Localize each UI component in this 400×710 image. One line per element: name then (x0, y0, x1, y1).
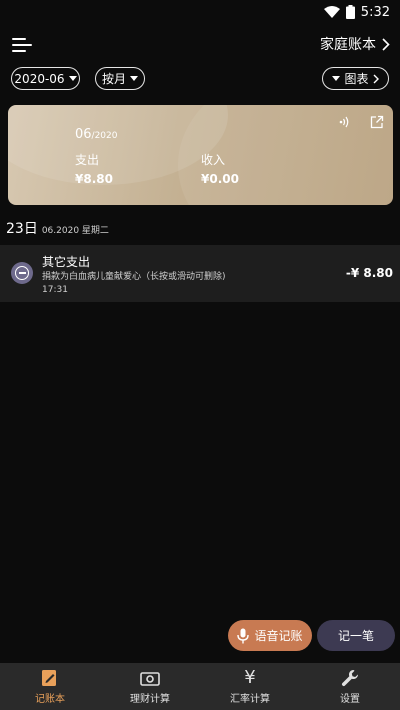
nav-item-settings[interactable]: 设置 (300, 663, 400, 710)
nav-label: 汇率计算 (230, 694, 270, 705)
status-bar: 5:32 (0, 0, 400, 24)
nav-item-exchange-rate[interactable]: ¥ 汇率计算 (200, 663, 300, 710)
banknote-icon (140, 672, 160, 686)
record-note: 捐款为白血病儿童献爱心（长按或滑动可删除) (42, 272, 226, 282)
period-mode-label: 按月 (101, 72, 126, 86)
caret-down-icon (332, 76, 341, 81)
share-icon[interactable] (370, 115, 384, 129)
date-weekday: 06.2020 星期二 (41, 226, 109, 236)
caret-down-icon (130, 76, 138, 81)
record-time: 17:31 (42, 285, 68, 295)
record-category: 其它支出 (42, 255, 91, 269)
day-group-header: 23日 06.2020 星期二 (6, 218, 109, 238)
expense-label: 支出 (75, 153, 100, 167)
summary-month-number: 06 (75, 127, 92, 142)
menu-button[interactable] (12, 36, 34, 54)
book-selector[interactable]: 家庭账本 (320, 34, 390, 54)
filter-bar: 2020-06 按月 图表 (0, 67, 400, 91)
pencil-book-icon (42, 670, 56, 686)
month-picker[interactable]: 2020-06 (11, 67, 80, 90)
nav-label: 理财计算 (130, 694, 170, 705)
other-expense-icon (11, 262, 33, 284)
menu-icon (12, 38, 26, 40)
top-bar: 家庭账本 (0, 30, 400, 60)
nav-item-ledger[interactable]: 记账本 (0, 663, 100, 710)
period-mode-dropdown[interactable]: 按月 (95, 67, 145, 90)
nav-label: 设置 (340, 694, 360, 705)
chart-button-label: 图表 (344, 72, 369, 86)
status-time: 5:32 (360, 4, 390, 20)
wrench-icon (341, 669, 359, 687)
microphone-icon (237, 628, 250, 643)
nav-item-finance-calc[interactable]: 理财计算 (100, 663, 200, 710)
caret-down-icon (68, 76, 77, 81)
chevron-right-icon (373, 74, 379, 83)
voice-record-label: 语音记账 (254, 629, 303, 643)
bottom-nav: 记账本 理财计算 ¥ 汇率计算 设置 (0, 663, 400, 710)
yen-icon: ¥ (244, 667, 256, 688)
battery-icon (345, 5, 355, 19)
nav-label: 记账本 (35, 694, 65, 705)
chevron-right-icon (382, 37, 390, 51)
menu-icon-line (12, 44, 32, 46)
voice-record-button[interactable]: 语音记账 (228, 620, 312, 651)
add-record-label: 记一笔 (337, 629, 374, 643)
expense-value: ¥8.80 (75, 172, 113, 186)
income-label: 收入 (201, 153, 226, 167)
monthly-summary-card: 06/2020 支出 ¥8.80 收入 ¥0.00 (8, 105, 393, 205)
month-picker-label: 2020-06 (14, 71, 65, 86)
record-item[interactable]: 其它支出 捐款为白血病儿童献爱心（长按或滑动可删除) 17:31 -¥ 8.80 (0, 245, 400, 302)
summary-year: /2020 (91, 131, 118, 141)
summary-month: 06/2020 (75, 127, 117, 142)
income-value: ¥0.00 (201, 172, 239, 186)
chart-button[interactable]: 图表 (322, 67, 389, 90)
book-name: 家庭账本 (320, 37, 376, 53)
menu-icon-line (12, 50, 26, 52)
wifi-icon (323, 6, 340, 18)
sound-wave-icon[interactable] (338, 115, 352, 129)
record-amount: -¥ 8.80 (345, 266, 393, 280)
minus-circle-icon (15, 266, 29, 280)
add-record-button[interactable]: 记一笔 (317, 620, 395, 651)
day-label: 23日 (6, 221, 38, 237)
